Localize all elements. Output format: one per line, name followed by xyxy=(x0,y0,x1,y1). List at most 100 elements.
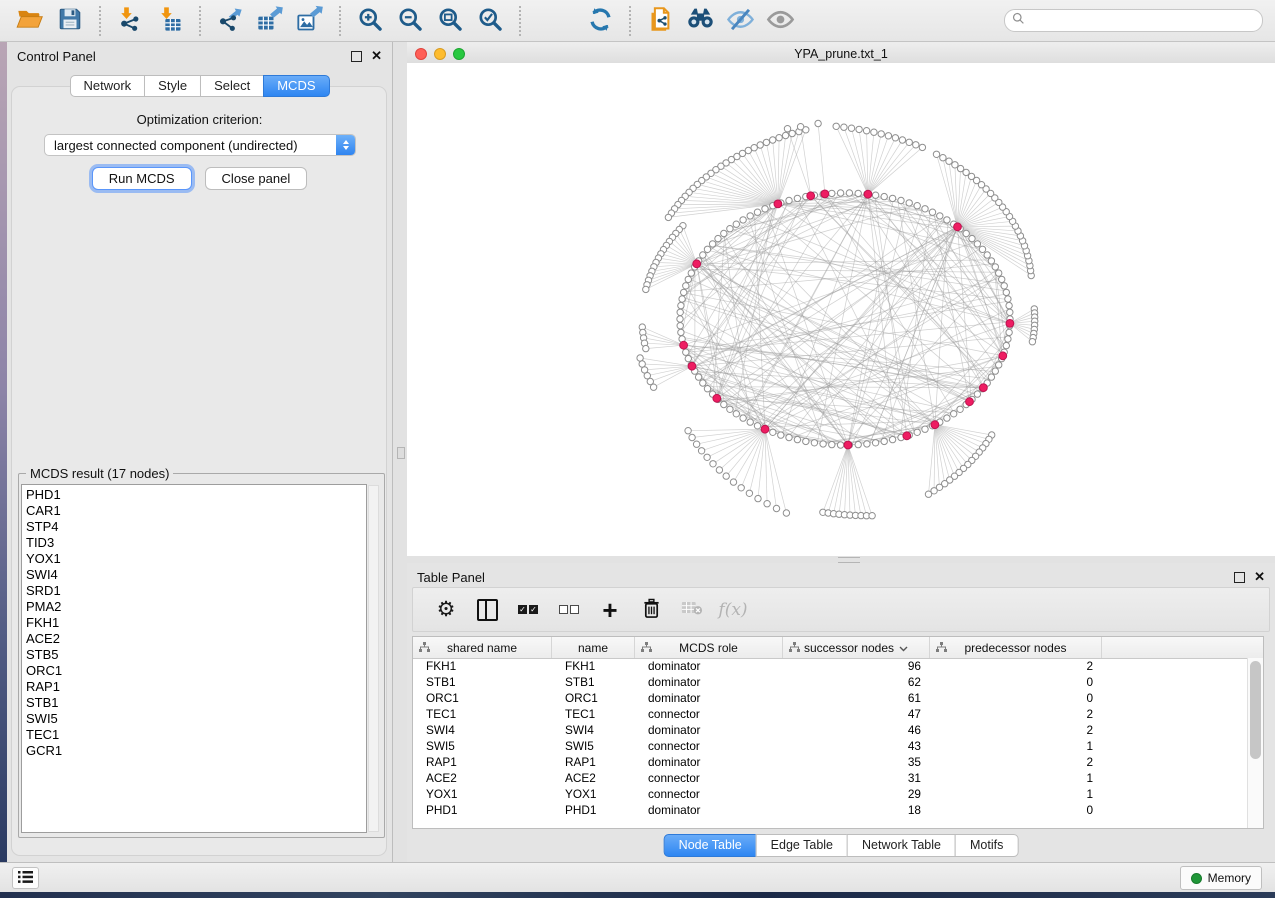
sort-chevron-icon[interactable] xyxy=(899,641,908,655)
table-row[interactable]: FKH1FKH1dominator962 xyxy=(413,658,1247,674)
select-all-button[interactable]: ✓✓ xyxy=(515,597,541,623)
result-node-item[interactable]: FKH1 xyxy=(26,615,366,631)
result-node-item[interactable]: STB1 xyxy=(26,695,366,711)
deselect-all-button[interactable] xyxy=(556,597,582,623)
toolbar-separator xyxy=(99,6,101,36)
result-node-item[interactable]: TEC1 xyxy=(26,727,366,743)
network-window-titlebar[interactable]: YPA_prune.txt_1 xyxy=(407,44,1275,64)
close-panel-icon[interactable]: ✕ xyxy=(371,51,382,61)
column-header-name[interactable]: name xyxy=(552,637,635,658)
run-mcds-button[interactable]: Run MCDS xyxy=(92,167,192,190)
table-cell: dominator xyxy=(635,755,783,769)
tab-network-table[interactable]: Network Table xyxy=(847,834,956,857)
refresh-layout-button[interactable] xyxy=(582,4,618,38)
table-row[interactable]: ORC1ORC1dominator610 xyxy=(413,690,1247,706)
close-panel-button[interactable]: Close panel xyxy=(205,167,308,190)
settings-gear-button[interactable]: ⚙ xyxy=(433,597,459,623)
table-cell: STB1 xyxy=(552,675,635,689)
result-node-item[interactable]: RAP1 xyxy=(26,679,366,695)
result-node-item[interactable]: YOX1 xyxy=(26,551,366,567)
tab-node-table[interactable]: Node Table xyxy=(664,834,757,857)
task-history-button[interactable] xyxy=(12,867,39,889)
table-scrollbar[interactable] xyxy=(1247,658,1263,828)
horizontal-splitter[interactable] xyxy=(407,556,1275,563)
mcds-result-list[interactable]: PHD1CAR1STP4TID3YOX1SWI4SRD1PMA2FKH1ACE2… xyxy=(21,484,367,833)
table-row[interactable]: TEC1TEC1connector472 xyxy=(413,706,1247,722)
show-graphics-detail-button[interactable] xyxy=(762,4,798,38)
table-row[interactable]: SWI4SWI4dominator462 xyxy=(413,722,1247,738)
result-node-item[interactable]: GCR1 xyxy=(26,743,366,759)
search-network-button[interactable] xyxy=(682,4,718,38)
float-panel-icon[interactable] xyxy=(1234,572,1245,583)
function-builder-button[interactable]: f(x) xyxy=(720,597,746,623)
result-node-item[interactable]: PHD1 xyxy=(26,487,366,503)
table-row[interactable]: RAP1RAP1dominator352 xyxy=(413,754,1247,770)
export-network-button[interactable] xyxy=(212,4,248,38)
import-network-button[interactable] xyxy=(112,4,148,38)
table-cell: dominator xyxy=(635,691,783,705)
table-cell: 0 xyxy=(930,691,1102,705)
toolbar-separator xyxy=(629,6,631,36)
result-node-item[interactable]: SWI4 xyxy=(26,567,366,583)
open-file-button[interactable] xyxy=(12,4,48,38)
table-row[interactable]: ACE2ACE2connector311 xyxy=(413,770,1247,786)
result-node-item[interactable]: ORC1 xyxy=(26,663,366,679)
memory-button[interactable]: Memory xyxy=(1180,866,1262,890)
table-row[interactable]: PHD1PHD1dominator180 xyxy=(413,802,1247,818)
table-row[interactable]: STB1STB1dominator620 xyxy=(413,674,1247,690)
result-node-item[interactable]: TID3 xyxy=(26,535,366,551)
network-graph[interactable] xyxy=(407,63,1275,556)
optimization-criterion-select[interactable]: largest connected component (undirected) xyxy=(44,134,356,156)
result-node-item[interactable]: ACE2 xyxy=(26,631,366,647)
column-header-shared-name[interactable]: shared name xyxy=(413,637,552,658)
table-cell: TEC1 xyxy=(552,707,635,721)
table-row[interactable]: YOX1YOX1connector291 xyxy=(413,786,1247,802)
delete-table-button[interactable] xyxy=(679,597,705,623)
table-row[interactable]: SWI5SWI5connector431 xyxy=(413,738,1247,754)
zoom-in-button[interactable] xyxy=(352,4,388,38)
search-input[interactable] xyxy=(1030,13,1255,29)
tab-motifs[interactable]: Motifs xyxy=(955,834,1018,857)
zoom-fit-button[interactable] xyxy=(432,4,468,38)
splitter-grip-icon[interactable] xyxy=(397,447,405,459)
hide-graphics-detail-button[interactable] xyxy=(722,4,758,38)
result-node-item[interactable]: STB5 xyxy=(26,647,366,663)
delete-row-button[interactable] xyxy=(638,597,664,623)
attribute-type-icon xyxy=(789,642,800,656)
result-scrollbar[interactable] xyxy=(368,485,379,832)
tab-select[interactable]: Select xyxy=(200,75,264,97)
node-table-body: FKH1FKH1dominator962STB1STB1dominator620… xyxy=(413,658,1247,828)
function-icon: f(x) xyxy=(718,600,747,620)
export-table-button[interactable] xyxy=(252,4,288,38)
table-cell: 2 xyxy=(930,723,1102,737)
column-label: predecessor nodes xyxy=(964,641,1066,655)
column-header-successor-nodes[interactable]: successor nodes xyxy=(783,637,930,658)
tab-mcds[interactable]: MCDS xyxy=(263,75,329,97)
add-row-button[interactable]: + xyxy=(597,597,623,623)
result-node-item[interactable]: SWI5 xyxy=(26,711,366,727)
tab-style[interactable]: Style xyxy=(144,75,201,97)
show-columns-button[interactable] xyxy=(474,597,500,623)
result-node-item[interactable]: SRD1 xyxy=(26,583,366,599)
float-panel-icon[interactable] xyxy=(351,51,362,62)
export-image-button[interactable] xyxy=(292,4,328,38)
scrollbar-thumb[interactable] xyxy=(1250,661,1261,759)
zoom-out-button[interactable] xyxy=(392,4,428,38)
save-session-button[interactable] xyxy=(52,4,88,38)
close-panel-icon[interactable]: ✕ xyxy=(1254,572,1265,582)
column-header-predecessor-nodes[interactable]: predecessor nodes xyxy=(930,637,1102,658)
unchecked-boxes-icon xyxy=(559,605,579,614)
table-cell: RAP1 xyxy=(413,755,552,769)
vertical-splitter[interactable] xyxy=(393,42,407,862)
table-cell: 43 xyxy=(783,739,930,753)
zoom-selected-button[interactable] xyxy=(472,4,508,38)
tab-network[interactable]: Network xyxy=(69,75,145,97)
result-node-item[interactable]: STP4 xyxy=(26,519,366,535)
import-table-button[interactable] xyxy=(152,4,188,38)
result-node-item[interactable]: CAR1 xyxy=(26,503,366,519)
table-cell: ORC1 xyxy=(552,691,635,705)
result-node-item[interactable]: PMA2 xyxy=(26,599,366,615)
tab-edge-table[interactable]: Edge Table xyxy=(756,834,848,857)
column-header-mcds-role[interactable]: MCDS role xyxy=(635,637,783,658)
share-document-button[interactable] xyxy=(642,4,678,38)
